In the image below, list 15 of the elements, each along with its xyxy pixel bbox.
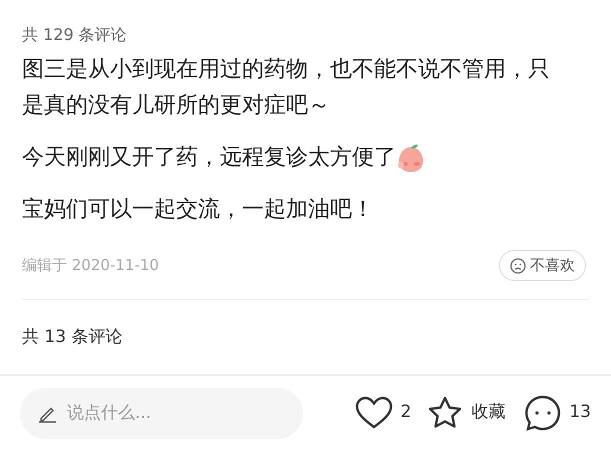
dislike-button[interactable]: 不喜欢 (499, 250, 586, 281)
like-count: 2 (400, 401, 412, 424)
star-icon[interactable] (427, 396, 464, 430)
comment-text: 宝妈们可以一起交流，一起加油吧！ (22, 196, 375, 224)
speech-bubble-icon[interactable] (525, 395, 562, 431)
comment-count: 共 13 条评论 (22, 326, 124, 349)
comment-total: 共 129 条评论 (22, 24, 128, 46)
comment-number: 13 (569, 401, 591, 424)
favorite-label[interactable]: 收藏 (471, 400, 506, 426)
comment-text: 图三是从小到现在用过的药物，也不能不说不管用，只是真的没有儿研所的更对症吧～ (22, 56, 551, 120)
comment-text: 今天刚刚又开了药，远程复诊太方便了 (22, 144, 396, 172)
heart-icon[interactable] (354, 396, 393, 430)
edit-date: 编辑于 2020-11-10 (22, 255, 159, 276)
frown-face-icon (510, 258, 526, 274)
comment-input[interactable]: 说点什么... (20, 388, 303, 438)
